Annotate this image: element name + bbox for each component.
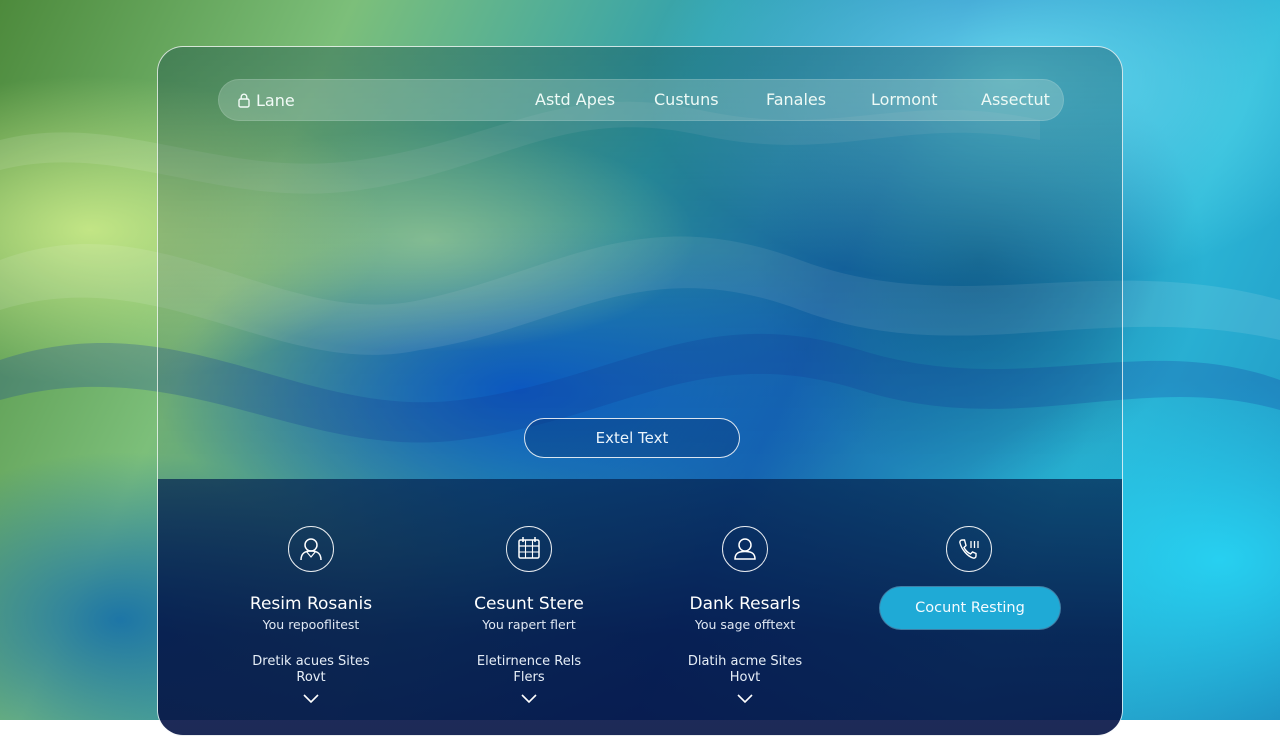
- nav-item-assectut[interactable]: Assectut: [981, 79, 1050, 121]
- navbar: Lane Astd Apes Custuns Fanales Lormont A…: [218, 79, 1064, 121]
- feature-desc-line: Eletirnence Rels: [476, 654, 582, 669]
- feature-desc-line: Rovt: [296, 670, 326, 685]
- feature-desc-line: Dretik acues Sites: [252, 654, 370, 669]
- feature-subtitle: You rapert flert: [482, 617, 576, 632]
- feature-title: Resim Rosanis: [249, 594, 373, 614]
- nav-item-fanales[interactable]: Fanales: [766, 79, 826, 121]
- feature-description: Dretik acues Sites Rovt: [201, 654, 421, 686]
- feature-desc-line: Dlatih acme Sites: [687, 654, 803, 669]
- hero-button[interactable]: Extel Text: [524, 418, 740, 458]
- chevron-down-icon[interactable]: [736, 692, 754, 704]
- nav-item-custuns[interactable]: Custuns: [654, 79, 719, 121]
- calendar-grid-icon: [506, 526, 552, 572]
- feature-subtitle: You sage offtext: [694, 617, 796, 632]
- feature-desc-line: Flers: [513, 670, 545, 685]
- glass-panel: Lane Astd Apes Custuns Fanales Lormont A…: [157, 46, 1123, 736]
- brand-label: Lane: [256, 90, 295, 110]
- brand[interactable]: Lane: [238, 79, 295, 121]
- nav-item-astd-apes[interactable]: Astd Apes: [535, 79, 615, 121]
- nav-item-lormont[interactable]: Lormont: [871, 79, 938, 121]
- lock-icon: [238, 93, 250, 108]
- chevron-down-icon[interactable]: [302, 692, 320, 704]
- features-section: Resim Rosanis You repooflitest Dretik ac…: [158, 479, 1122, 735]
- chevron-down-icon[interactable]: [520, 692, 538, 704]
- feature-description: Dlatih acme Sites Hovt: [635, 654, 855, 686]
- person-icon: [288, 526, 334, 572]
- contact-button[interactable]: Cocunt Resting: [880, 587, 1060, 629]
- feature-desc-line: Hovt: [729, 670, 761, 685]
- feature-description: Eletirnence Rels Flers: [419, 654, 639, 686]
- feature-title: Dank Resarls: [689, 594, 801, 614]
- phone-icon: [946, 526, 992, 572]
- feature-title: Cesunt Stere: [474, 594, 584, 614]
- feature-subtitle: You repooflitest: [262, 617, 360, 632]
- person-icon: [722, 526, 768, 572]
